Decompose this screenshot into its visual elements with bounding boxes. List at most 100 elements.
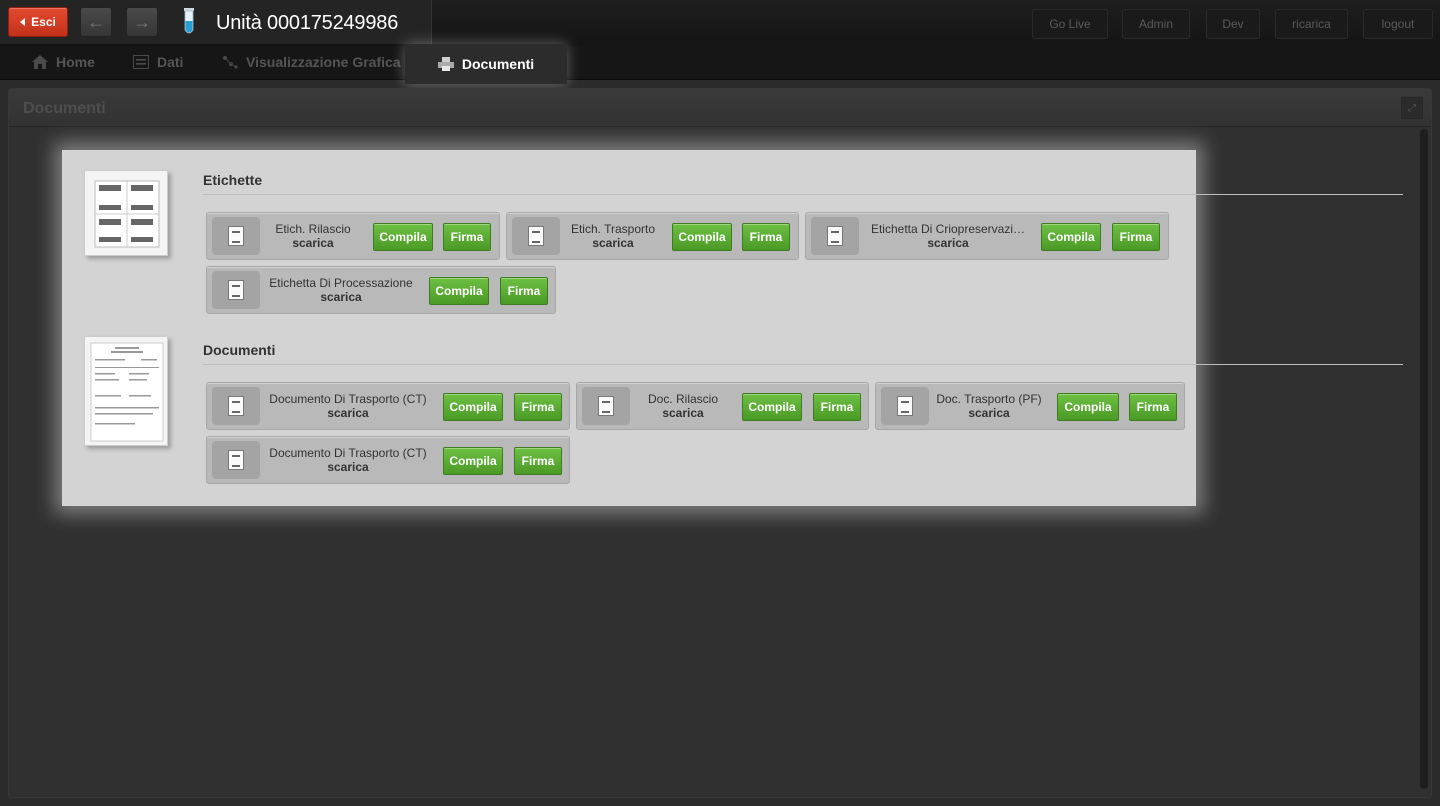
logout-button[interactable]: logout (1363, 9, 1433, 39)
graph-icon (223, 56, 238, 69)
expand-icon: ⤢ (1408, 102, 1416, 114)
document-item: Documento Di Trasporto (CT) scarica Comp… (206, 436, 570, 484)
document-link[interactable]: Documento Di Trasporto (CT) scarica (265, 446, 431, 474)
document-item: Etich. Trasporto scarica Compila Firma (506, 212, 799, 260)
document-icon (512, 217, 560, 255)
section-title-etichette: Etichette (203, 172, 263, 188)
document-name: Doc. Rilascio (647, 392, 719, 406)
compila-button[interactable]: Compila (1057, 393, 1119, 421)
unit-title: Unità 000175249986 (216, 12, 399, 34)
download-link[interactable]: scarica (261, 236, 365, 250)
document-link[interactable]: Etichetta Di Criopreservazi… scarica (866, 222, 1030, 250)
document-link[interactable]: Etich. Trasporto scarica (561, 222, 665, 250)
documents-card: Etichette Etich. Rilascio scarica Compil… (62, 150, 1403, 506)
document-link[interactable]: Doc. Trasporto (PF) scarica (932, 392, 1046, 420)
document-item: Etichetta Di Criopreservazi… scarica Com… (805, 212, 1169, 260)
tab-home-label: Home (56, 54, 95, 70)
forward-button[interactable]: → (126, 7, 158, 37)
ricarica-label: ricarica (1292, 17, 1331, 31)
section-title-documenti: Documenti (203, 342, 276, 358)
admin-label: Admin (1138, 17, 1173, 31)
document-item: Etichetta Di Processazione scarica Compi… (206, 266, 556, 314)
download-link[interactable]: scarica (932, 406, 1046, 420)
tab-dati[interactable]: Dati (133, 46, 183, 78)
download-link[interactable]: scarica (265, 406, 431, 420)
compila-button[interactable]: Compila (443, 393, 503, 421)
compila-button[interactable]: Compila (672, 223, 732, 251)
document-item: Documento Di Trasporto (CT) scarica Comp… (206, 382, 570, 430)
exit-button-label: Esci (31, 15, 56, 29)
download-link[interactable]: scarica (633, 406, 733, 420)
document-name: Etichetta Di Processazione (269, 276, 413, 290)
firma-button[interactable]: Firma (514, 447, 562, 475)
download-link[interactable]: scarica (866, 236, 1030, 250)
firma-button[interactable]: Firma (500, 277, 548, 305)
expand-button[interactable]: ⤢ (1401, 97, 1423, 119)
dev-button[interactable]: Dev (1206, 9, 1260, 39)
tab-dati-label: Dati (157, 54, 184, 70)
tab-bar: Home Dati Visualizzazione Grafica Docume… (0, 44, 1440, 84)
section-divider (203, 194, 1403, 195)
tab-documenti-label: Documenti (461, 56, 535, 72)
compila-button[interactable]: Compila (1041, 223, 1101, 251)
panel-title: Documenti (23, 100, 106, 117)
document-link[interactable]: Documento Di Trasporto (CT) scarica (265, 392, 431, 420)
section-divider (203, 364, 1403, 365)
ricarica-button[interactable]: ricarica (1275, 9, 1348, 39)
document-item: Doc. Trasporto (PF) scarica Compila Firm… (875, 382, 1185, 430)
go-live-button[interactable]: Go Live (1032, 9, 1108, 39)
document-icon (212, 387, 260, 425)
document-icon (212, 271, 260, 309)
download-link[interactable]: scarica (561, 236, 665, 250)
document-item: Etich. Rilascio scarica Compila Firma (206, 212, 500, 260)
document-item: Doc. Rilascio scarica Compila Firma (576, 382, 869, 430)
tab-visualizzazione-grafica[interactable]: Visualizzazione Grafica (222, 46, 401, 78)
download-link[interactable]: scarica (265, 460, 431, 474)
firma-button[interactable]: Firma (443, 223, 491, 251)
download-link[interactable]: scarica (265, 290, 417, 304)
arrow-left-icon: ← (87, 11, 105, 32)
document-name: Etichetta Di Criopreservazi… (870, 222, 1026, 236)
compila-button[interactable]: Compila (373, 223, 433, 251)
test-tube-icon (184, 8, 194, 34)
firma-button[interactable]: Firma (514, 393, 562, 421)
firma-button[interactable]: Firma (1112, 223, 1160, 251)
scrollbar[interactable] (1420, 129, 1428, 789)
logout-label: logout (1381, 17, 1415, 31)
document-icon (811, 217, 859, 255)
document-name: Etich. Trasporto (570, 222, 656, 236)
document-name: Documento Di Trasporto (CT) (269, 392, 427, 406)
compila-button[interactable]: Compila (429, 277, 489, 305)
home-icon (32, 55, 48, 69)
document-name: Documento Di Trasporto (CT) (269, 446, 427, 460)
firma-button[interactable]: Firma (742, 223, 790, 251)
exit-button[interactable]: Esci (8, 7, 68, 37)
document-form-icon (90, 342, 164, 442)
compila-button[interactable]: Compila (742, 393, 802, 421)
admin-button[interactable]: Admin (1122, 9, 1190, 39)
compila-button[interactable]: Compila (443, 447, 503, 475)
labels-thumbnail (84, 170, 175, 263)
document-name: Doc. Trasporto (PF) (936, 392, 1042, 406)
list-icon (133, 55, 149, 69)
arrow-right-icon: → (133, 11, 151, 32)
printer-icon (437, 57, 454, 71)
document-link[interactable]: Etichetta Di Processazione scarica (265, 276, 417, 304)
top-bar: Esci ← → Unità 000175249986 Go Live Admi… (0, 0, 1440, 46)
document-icon (881, 387, 929, 425)
document-icon (212, 441, 260, 479)
dev-label: Dev (1222, 17, 1244, 31)
caret-left-icon (20, 18, 26, 26)
go-live-label: Go Live (1049, 17, 1091, 31)
firma-button[interactable]: Firma (1129, 393, 1177, 421)
panel-header: Documenti ⤢ (9, 89, 1431, 127)
back-button[interactable]: ← (80, 7, 112, 37)
document-link[interactable]: Doc. Rilascio scarica (633, 392, 733, 420)
tab-visualizzazione-grafica-label: Visualizzazione Grafica (246, 54, 401, 70)
firma-button[interactable]: Firma (813, 393, 861, 421)
tab-home[interactable]: Home (32, 46, 95, 78)
document-icon (212, 217, 260, 255)
barcode-labels-icon (94, 180, 160, 248)
document-link[interactable]: Etich. Rilascio scarica (261, 222, 365, 250)
tab-documenti[interactable]: Documenti (405, 44, 567, 84)
